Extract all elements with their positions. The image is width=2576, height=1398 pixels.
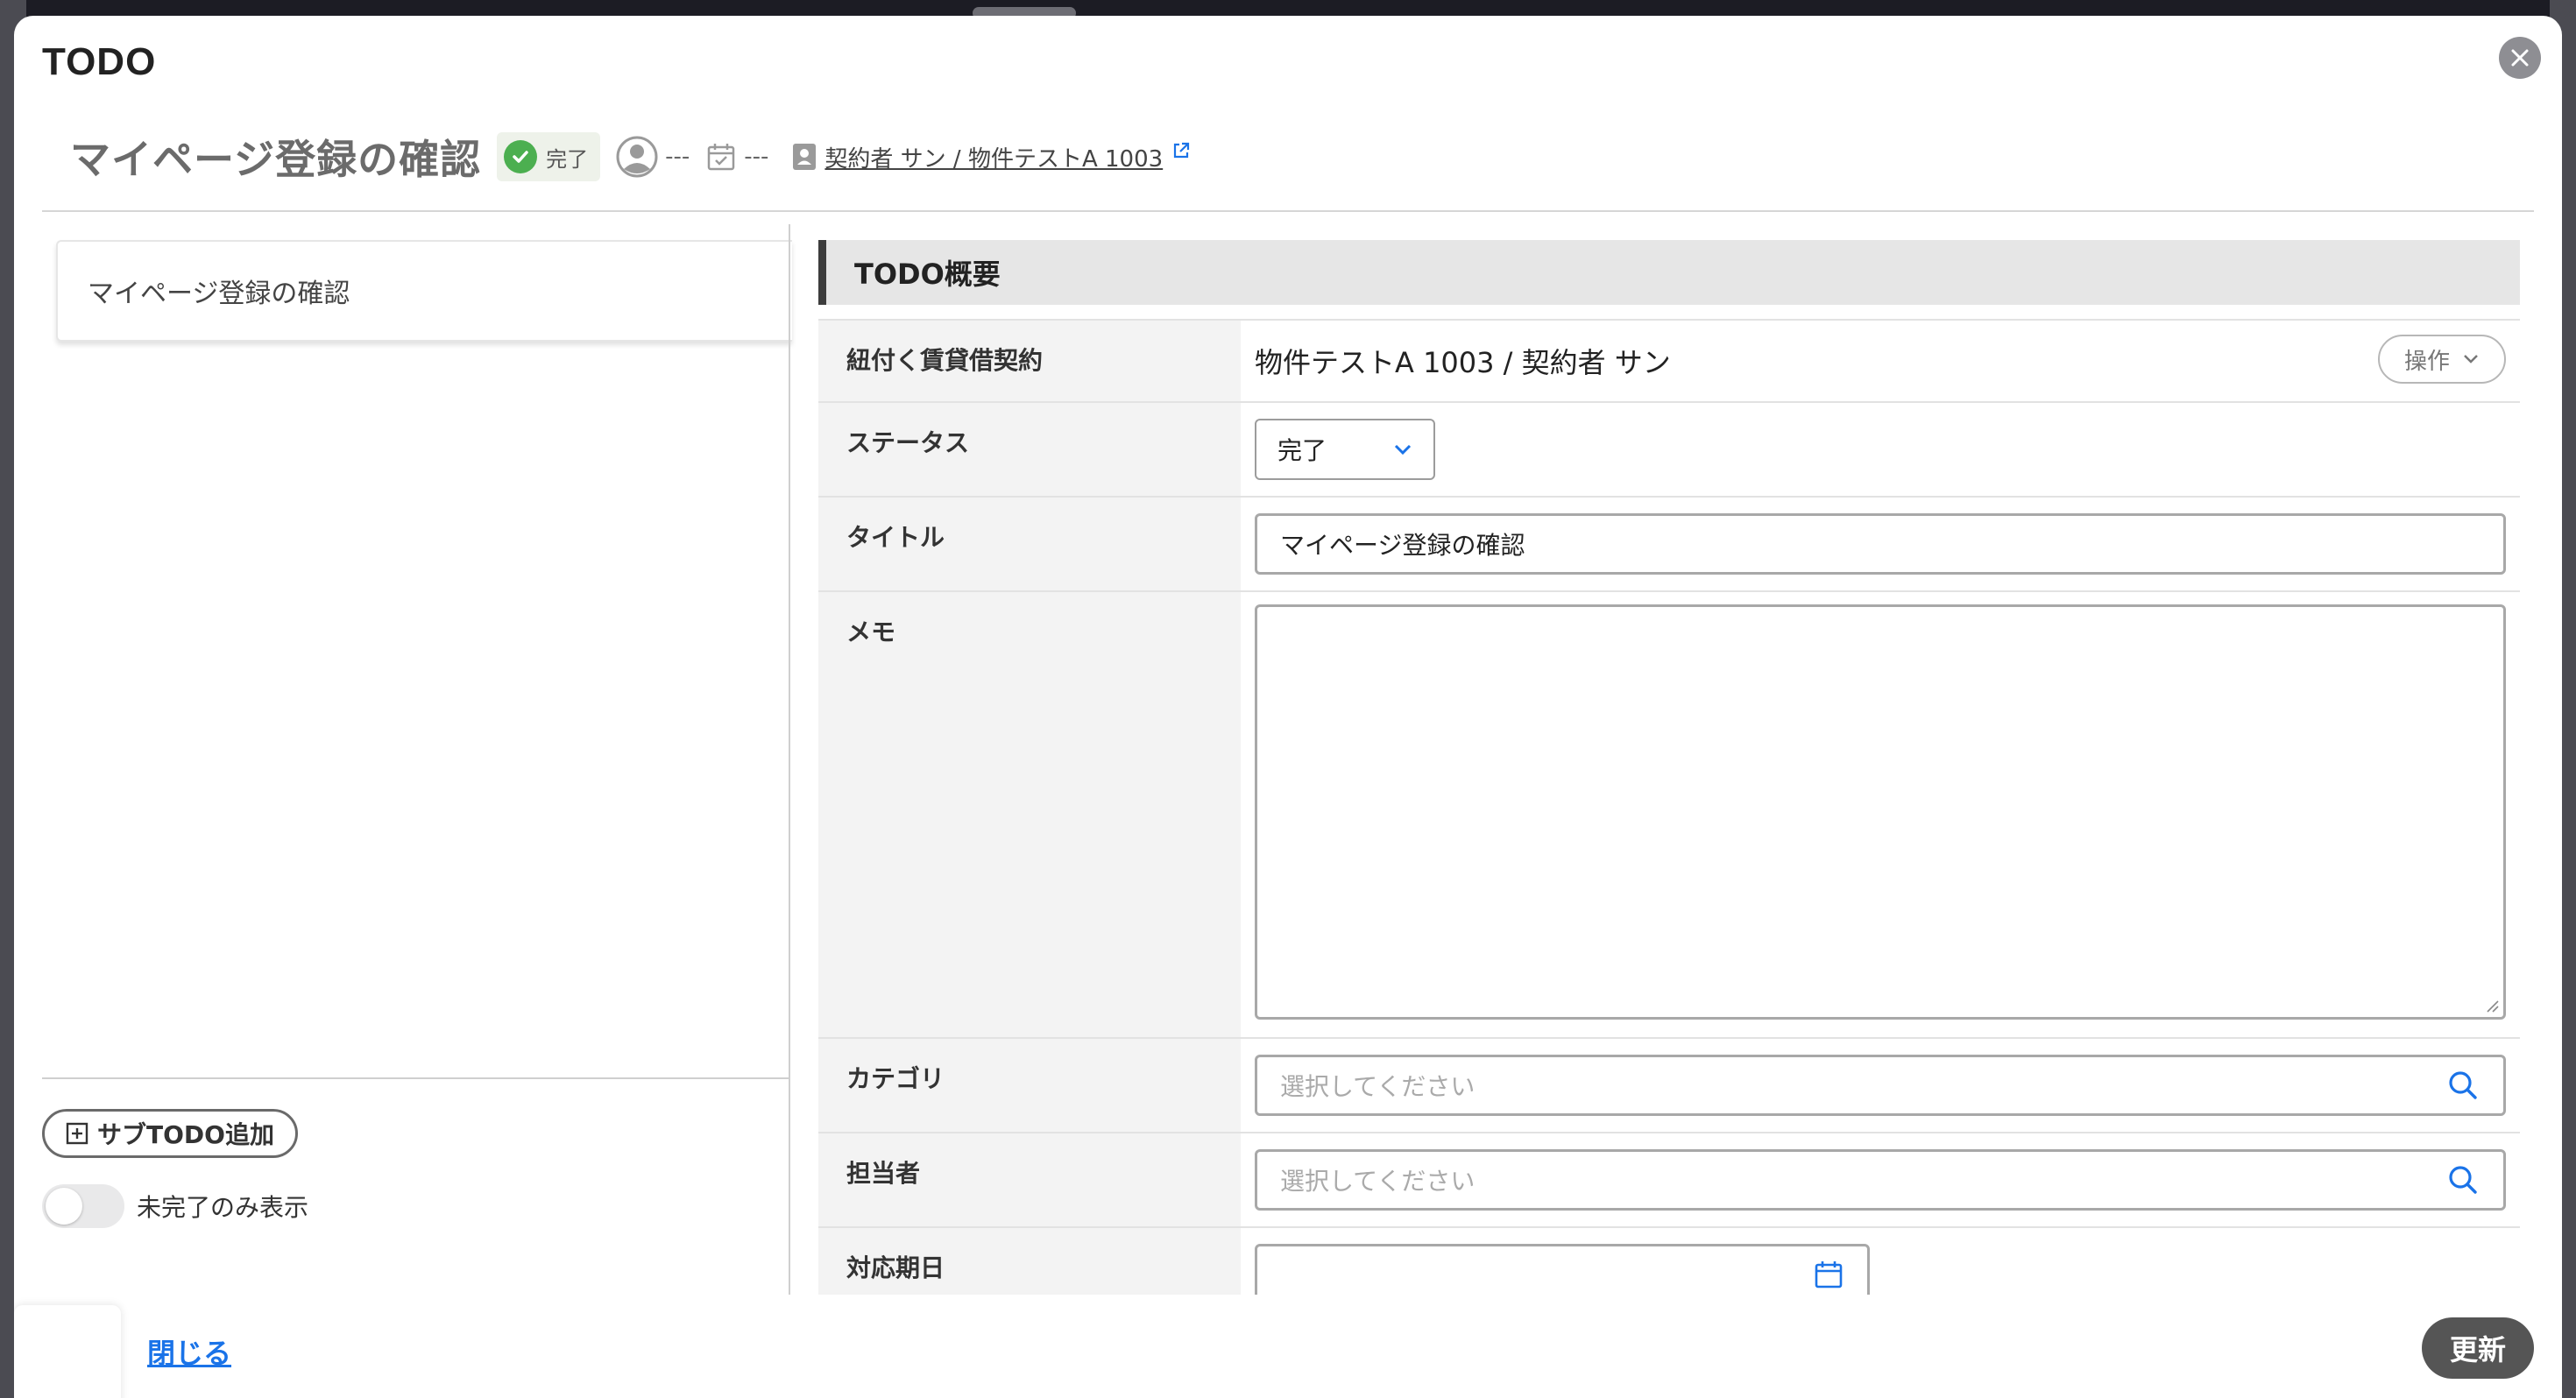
header-divider [42,210,2534,212]
status-label: ステータス [818,403,1241,496]
section-title: TODO概要 [818,240,2520,305]
contact-card-icon [793,144,817,170]
category-row: カテゴリ 選択してください [818,1037,2520,1132]
page-title: マイページ登録の確認 [70,136,482,183]
panel-divider [789,224,790,1295]
close-link[interactable]: 閉じる [147,1331,231,1372]
user-avatar-icon [616,136,658,178]
due-row: 対応期日 [818,1226,2520,1295]
assignee-label: 担当者 [818,1133,1241,1226]
title-input[interactable]: マイページ登録の確認 [1255,513,2506,575]
memo-value-cell [1241,592,2520,1037]
tree-item-selected[interactable]: マイページ登録の確認 [56,240,792,342]
external-link-icon [1174,142,1190,159]
title-row: タイトル マイページ登録の確認 [818,496,2520,590]
toggle-knob [46,1188,82,1225]
todo-detail-panel: TODO概要 紐付く賃貸借契約 物件テストA 1003 / 契約者 サン 操作 … [818,224,2520,1295]
add-sub-todo-label: サブTODO追加 [97,1120,274,1149]
contract-row: 紐付く賃貸借契約 物件テストA 1003 / 契約者 サン 操作 [818,319,2520,401]
plus-square-icon [66,1122,88,1145]
contract-label: 紐付く賃貸借契約 [818,321,1241,401]
contract-value: 物件テストA 1003 / 契約者 サン [1255,346,1671,379]
todo-header: マイページ登録の確認 完了 --- --- 契約者 サン / 物件テストA 10… [70,117,1191,196]
title-label: タイトル [818,498,1241,590]
category-label: カテゴリ [818,1039,1241,1132]
memo-label: メモ [818,592,1241,1037]
calendar-check-icon [708,144,735,171]
assignee-placeholder: 選択してください [1280,1167,1476,1196]
title-value-cell: マイページ登録の確認 [1241,498,2520,590]
incomplete-only-toggle[interactable] [42,1184,124,1228]
assignee-value-cell: 選択してください [1241,1133,2520,1226]
status-badge: 完了 [497,132,601,181]
status-badge-label: 完了 [546,146,589,172]
operation-button[interactable]: 操作 [2377,335,2506,384]
status-row: ステータス 完了 [818,401,2520,496]
due-value: --- [744,144,769,170]
modal-footer: 閉じる 更新 [14,1295,2562,1398]
search-icon[interactable] [2445,1068,2480,1103]
todo-modal: TODO マイページ登録の確認 完了 --- --- 契約者 サン / 物件テス… [14,16,2562,1398]
toggle-label: 未完了のみ表示 [137,1193,309,1222]
modal-title: TODO [42,40,157,83]
incomplete-filter: 未完了のみ表示 [42,1184,308,1228]
chevron-down-icon [1394,444,1412,455]
check-circle-icon [504,140,538,173]
assignee-value: --- [665,144,690,170]
footer-card [14,1305,121,1398]
contract-meta: 契約者 サン / 物件テストA 1003 [791,141,1191,173]
update-button[interactable]: 更新 [2422,1317,2534,1379]
todo-form: 紐付く賃貸借契約 物件テストA 1003 / 契約者 サン 操作 ステータス 完… [818,319,2520,1295]
status-value-cell: 完了 [1241,403,2520,496]
calendar-icon[interactable] [1813,1259,1844,1290]
category-value-cell: 選択してください [1241,1039,2520,1132]
contract-value-cell: 物件テストA 1003 / 契約者 サン 操作 [1241,321,2520,401]
add-sub-todo-button[interactable]: サブTODO追加 [42,1109,298,1158]
close-button[interactable] [2499,37,2541,79]
assignee-input[interactable]: 選択してください [1255,1149,2506,1211]
contract-link[interactable]: 契約者 サン / 物件テストA 1003 [824,141,1163,173]
close-icon [2511,49,2529,67]
search-icon[interactable] [2445,1162,2480,1197]
status-select[interactable]: 完了 [1255,419,1435,480]
status-select-value: 完了 [1277,436,1327,465]
category-placeholder: 選択してください [1280,1072,1476,1101]
resize-grip-icon[interactable] [2484,998,2500,1013]
chevron-down-icon [2464,355,2478,364]
memo-row: メモ [818,590,2520,1037]
memo-textarea[interactable] [1255,604,2506,1020]
due-date-input[interactable] [1255,1244,1870,1295]
due-meta: --- [705,141,768,173]
assignee-meta: --- [616,136,690,178]
due-value-cell [1241,1228,2520,1295]
assignee-row: 担当者 選択してください [818,1132,2520,1226]
due-label: 対応期日 [818,1228,1241,1295]
tree-footer-divider [42,1077,789,1079]
operation-label: 操作 [2403,348,2450,375]
category-input[interactable]: 選択してください [1255,1055,2506,1116]
